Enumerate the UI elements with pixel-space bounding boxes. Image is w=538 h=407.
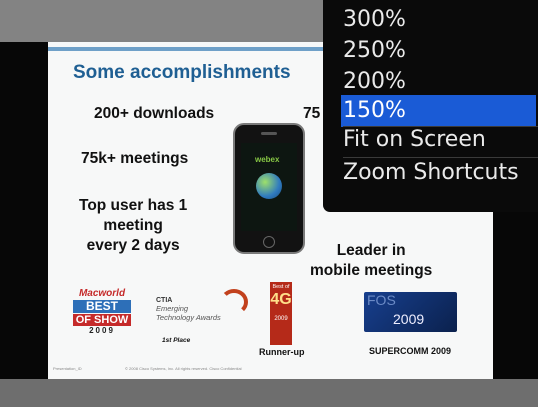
zoom-300-item[interactable]: 300% bbox=[343, 5, 538, 35]
runner-up-text: Runner-up bbox=[259, 347, 305, 357]
best4g-year: 2009 bbox=[274, 316, 288, 322]
ctia-swoosh-icon bbox=[220, 289, 248, 315]
meetings-text: 75k+ meetings bbox=[81, 150, 189, 167]
fos-year: 2009 bbox=[393, 311, 425, 327]
leader-line1: Leader in bbox=[336, 242, 406, 259]
fos-label: FOS bbox=[367, 292, 396, 308]
slide-footer-id: Presentation_ID bbox=[53, 366, 82, 371]
supercomm-text: SUPERCOMM 2009 bbox=[369, 346, 452, 356]
leader-text: Leader in mobile meetings bbox=[310, 241, 432, 281]
macworld-best-of-show-logo: Macworld BEST OF SHOW 2009 bbox=[73, 288, 131, 348]
macworld-of-show: OF SHOW bbox=[73, 314, 131, 326]
globe-icon bbox=[256, 173, 282, 199]
best4g-label: Best of bbox=[272, 284, 290, 290]
macworld-year: 2009 bbox=[89, 326, 115, 335]
bottom-bar bbox=[0, 379, 538, 407]
fos-2009-logo: FOS 2009 bbox=[364, 292, 457, 332]
best4g-4g: 4G bbox=[270, 291, 292, 308]
macworld-label: Macworld bbox=[78, 288, 126, 299]
webex-logo: webex bbox=[255, 155, 280, 164]
best-of-4g-logo: Best of 4G 2009 bbox=[270, 282, 292, 345]
top-user-text: Top user has 1 meeting every 2 days bbox=[79, 196, 187, 256]
top-user-line2: meeting bbox=[103, 217, 163, 234]
top-user-line1: Top user has 1 bbox=[79, 197, 188, 214]
zoom-shortcuts-item[interactable]: Zoom Shortcuts bbox=[343, 158, 538, 188]
phone-speaker bbox=[261, 132, 277, 135]
zoom-250-item[interactable]: 250% bbox=[343, 36, 538, 66]
ctia-award-logo: CTIA Emerging Technology Awards 1st Plac… bbox=[156, 289, 250, 344]
downloads-text: 200+ downloads bbox=[94, 105, 215, 122]
partial-text: 75 bbox=[303, 105, 321, 122]
slide-footer-copyright: © 2008 Cisco Systems, Inc. All rights re… bbox=[125, 366, 242, 371]
phone-screen: webex bbox=[241, 143, 297, 231]
zoom-menu[interactable]: 300% 250% 200% 150% Fit on Screen Zoom S… bbox=[323, 0, 538, 212]
slide-title: Some accomplishments bbox=[73, 62, 291, 83]
zoom-150-item[interactable]: 150% bbox=[341, 95, 536, 127]
ctia-first-place: 1st Place bbox=[162, 337, 191, 344]
fit-on-screen-item[interactable]: Fit on Screen bbox=[343, 125, 538, 155]
zoom-200-item[interactable]: 200% bbox=[343, 67, 538, 97]
leader-line2: mobile meetings bbox=[310, 262, 433, 279]
top-user-line3: every 2 days bbox=[86, 237, 180, 254]
macworld-best: BEST bbox=[73, 300, 131, 313]
home-button-icon bbox=[263, 236, 275, 248]
left-letterbox bbox=[0, 42, 48, 379]
iphone-image: webex bbox=[233, 123, 305, 254]
